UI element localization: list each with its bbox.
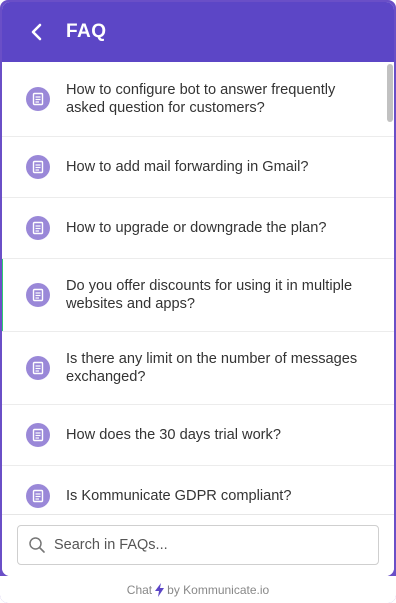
chevron-left-icon [31, 23, 42, 41]
faq-question: How to upgrade or downgrade the plan? [66, 220, 327, 236]
document-icon [26, 283, 50, 307]
faq-list: How to configure bot to answer frequentl… [2, 62, 394, 514]
faq-item[interactable]: Do you offer discounts for using it in m… [2, 259, 394, 332]
search-footer [2, 514, 394, 576]
powered-by[interactable]: Chat by Kommunicate.io [0, 576, 396, 603]
widget-frame: FAQ How to configure bot to answer frequ… [0, 0, 396, 603]
faq-header: FAQ [2, 2, 394, 62]
faq-item[interactable]: How to upgrade or downgrade the plan? [2, 198, 394, 259]
document-icon [26, 356, 50, 380]
faq-item[interactable]: Is there any limit on the number of mess… [2, 332, 394, 405]
back-button[interactable] [24, 19, 50, 45]
faq-item[interactable]: How does the 30 days trial work? [2, 405, 394, 466]
page-title: FAQ [66, 21, 107, 42]
scrollbar-thumb[interactable] [387, 64, 393, 122]
faq-question: Is Kommunicate GDPR compliant? [66, 488, 292, 504]
faq-item[interactable]: Is Kommunicate GDPR compliant? [2, 466, 394, 514]
document-icon [26, 87, 50, 111]
document-icon [26, 155, 50, 179]
chat-label: Chat [126, 582, 153, 597]
document-icon [26, 216, 50, 240]
faq-question: How to add mail forwarding in Gmail? [66, 159, 309, 175]
faq-question: How to configure bot to answer frequentl… [66, 82, 336, 116]
faq-item[interactable]: How to configure bot to answer frequentl… [2, 62, 394, 137]
faq-question: How does the 30 days trial work? [66, 427, 281, 443]
search-box [17, 525, 379, 565]
document-icon [26, 423, 50, 447]
by-kommunicate-label: by Kommunicate.io [167, 582, 270, 597]
faq-question: Do you offer discounts for using it in m… [66, 278, 353, 312]
document-icon [26, 484, 50, 508]
faq-question: Is there any limit on the number of mess… [66, 351, 358, 385]
lightning-icon [155, 582, 165, 597]
faq-panel: FAQ How to configure bot to answer frequ… [2, 2, 394, 576]
faq-item[interactable]: How to add mail forwarding in Gmail? [2, 137, 394, 198]
search-input[interactable] [52, 536, 356, 554]
search-icon [29, 537, 45, 553]
